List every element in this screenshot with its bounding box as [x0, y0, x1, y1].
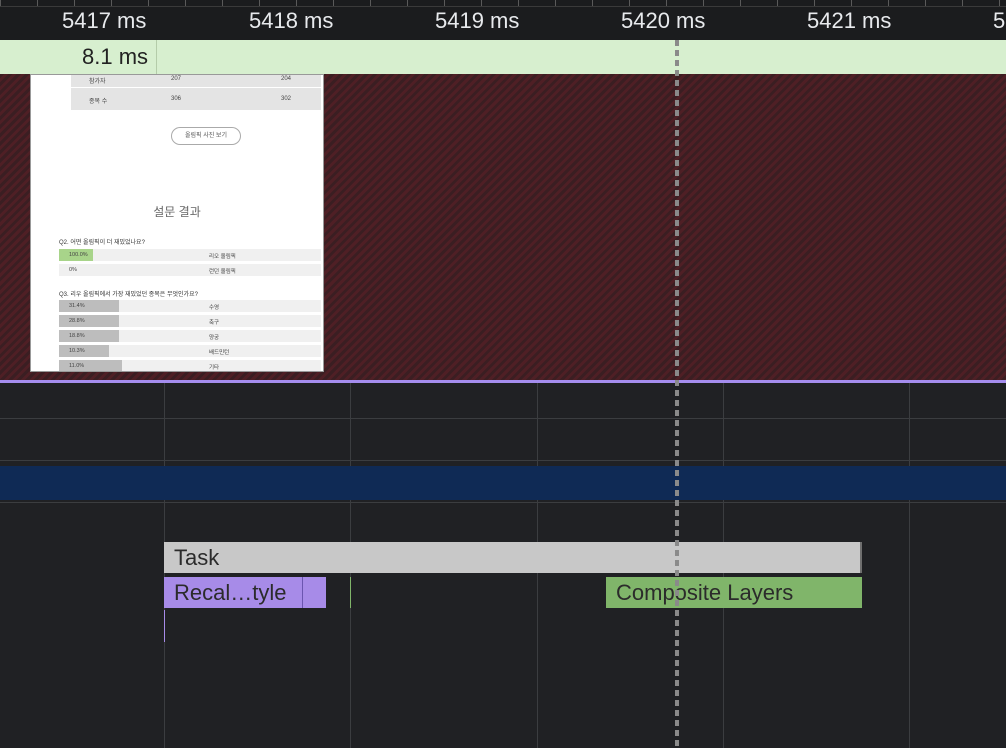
result-percent: 28.8% — [69, 318, 85, 324]
ruler-tick-label: 5 — [993, 8, 1006, 33]
result-label: 런던 올림픽 — [209, 269, 236, 275]
recalc-subdivider — [302, 577, 303, 608]
track-divider-line — [0, 380, 1006, 383]
result-row: 11.0% 기타 — [59, 360, 321, 371]
frame-duration-label: 8.1 ms — [82, 44, 149, 69]
question-label: Q2. 어떤 올림픽이 더 재밌었나요? — [59, 240, 145, 246]
ruler-tick-label: 5419 ms — [435, 8, 520, 33]
result-label: 기타 — [209, 365, 220, 371]
result-label: 배드민턴 — [209, 350, 230, 356]
ruler-tick-label: 5420 ms — [621, 8, 706, 33]
result-row: 0% 런던 올림픽 — [59, 264, 321, 276]
result-percent: 100.0% — [69, 252, 88, 258]
track-row — [0, 418, 1006, 419]
composite-layers-slice[interactable]: Composite Layers — [606, 577, 862, 608]
highlighted-track[interactable] — [0, 466, 1006, 500]
survey-title: 설문 결과 — [153, 205, 201, 219]
page-screenshot-thumbnail[interactable]: 참가자 207 204 종목 수 306 302 올림픽 사진 보기 설문 결과… — [30, 74, 324, 372]
ruler-tick-label: 5418 ms — [249, 8, 334, 33]
thin-event-slice[interactable] — [164, 610, 165, 642]
thin-event-slice[interactable] — [350, 577, 351, 608]
result-percent: 11.0% — [69, 363, 85, 369]
result-row: 18.8% 양궁 — [59, 330, 321, 342]
photo-button: 올림픽 사진 보기 — [171, 127, 241, 145]
ruler-minor-ticks — [0, 0, 1006, 7]
result-percent: 0% — [69, 267, 77, 273]
table-row: 종목 수 306 302 — [71, 87, 321, 110]
result-label: 수영 — [209, 305, 220, 311]
result-row: 10.3% 배드민턴 — [59, 345, 321, 357]
result-percent: 31.4% — [69, 303, 85, 309]
ruler-tick-label: 5417 ms — [62, 8, 147, 33]
result-row: 28.8% 축구 — [59, 315, 321, 327]
track-row — [0, 460, 1006, 461]
ruler-tick-label: 5421 ms — [807, 8, 892, 33]
frame-separator — [156, 40, 167, 74]
track-row — [0, 502, 1006, 503]
result-row: 100.0% 리오 올림픽 — [59, 249, 321, 261]
result-percent: 10.3% — [69, 348, 85, 354]
time-ruler[interactable]: 5417 ms 5418 ms 5419 ms 5420 ms 5421 ms … — [0, 0, 1006, 41]
time-cursor-line — [675, 40, 679, 748]
question-label: Q3. 리우 올림픽에서 가장 재밌었던 종목은 무엇인가요? — [59, 292, 198, 298]
result-label: 축구 — [209, 320, 220, 326]
frame-bar[interactable]: 8.1 ms — [0, 40, 1006, 74]
result-label: 리오 올림픽 — [209, 254, 236, 260]
result-label: 양궁 — [209, 335, 220, 341]
task-slice[interactable]: Task — [164, 542, 862, 573]
result-row: 31.4% 수영 — [59, 300, 321, 312]
result-percent: 18.8% — [69, 333, 85, 339]
screenshots-track[interactable]: 참가자 207 204 종목 수 306 302 올림픽 사진 보기 설문 결과… — [0, 74, 1006, 380]
